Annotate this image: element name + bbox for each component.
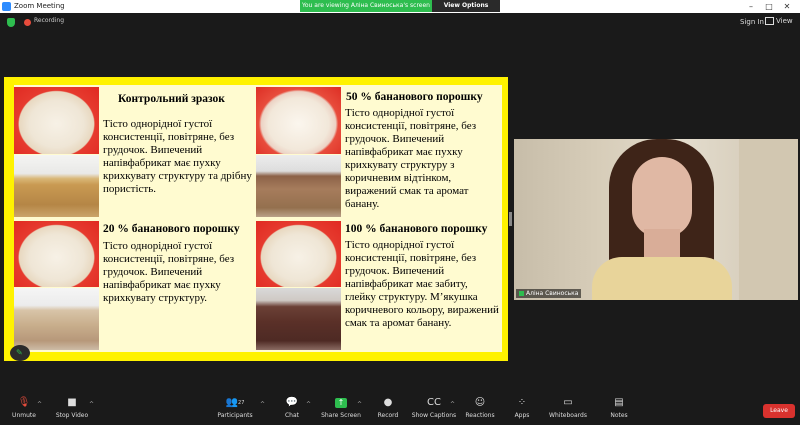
participant-video[interactable]: Аліна Свиноська — [514, 139, 798, 300]
annotate-pencil-button[interactable]: ✎ — [10, 345, 30, 361]
bread-photo-100 — [256, 288, 341, 350]
minimize-button[interactable]: – — [744, 0, 758, 13]
whiteboards-label: Whiteboards — [549, 412, 587, 419]
participant-neck — [644, 229, 680, 259]
zoom-app-icon — [2, 2, 11, 11]
viewing-screen-label: You are viewing Аліна Свиноська's screen — [300, 0, 432, 12]
split-divider-handle[interactable] — [509, 212, 512, 226]
security-shield-icon[interactable] — [7, 18, 15, 27]
apps-label: Apps — [514, 412, 530, 419]
video-options-caret[interactable]: ^ — [89, 401, 94, 408]
participants-label: Participants — [217, 412, 253, 419]
unmute-label: Unmute — [12, 412, 36, 419]
background-wall — [739, 139, 798, 300]
block-text-100: Тісто однорідної густої консистенції, по… — [345, 239, 499, 329]
sign-in-link[interactable]: Sign In — [740, 18, 764, 26]
grid-view-icon — [765, 17, 774, 25]
leave-button[interactable]: Leave — [763, 404, 795, 418]
participant-name: Аліна Свиноська — [526, 290, 579, 297]
audio-level-icon — [519, 291, 524, 296]
participants-icon: 👥27 — [225, 397, 245, 408]
participants-count: 27 — [238, 400, 245, 406]
reactions-label: Reactions — [465, 412, 495, 419]
recording-label: Recording — [34, 17, 65, 24]
presentation-slide: Контрольний зразок Тісто однорідної густ… — [14, 85, 502, 352]
block-title-control: Контрольний зразок — [118, 93, 225, 105]
participants-button[interactable]: 👥27 Participants — [205, 397, 265, 420]
notes-icon: ▤ — [614, 397, 624, 408]
block-title-100: 100 % бананового порошку — [345, 223, 488, 235]
view-button[interactable]: View — [765, 17, 793, 25]
block-text-20: Тісто однорідної густої консистенції, по… — [103, 240, 235, 304]
close-button[interactable]: ✕ — [780, 0, 794, 13]
view-label: View — [776, 17, 793, 25]
meeting-toolbar: 🎙 Unmute ^ ■ Stop Video ^ 👥27 Participants … — [0, 395, 800, 425]
dough-photo-20 — [14, 221, 99, 287]
dough-photo-50 — [256, 87, 341, 154]
view-options-button[interactable]: View Options — [432, 0, 500, 12]
viewing-banner: You are viewing Аліна Свиноська's screen… — [300, 0, 500, 12]
block-text-control: Тісто однорідної густої консистенції, по… — [103, 118, 252, 195]
share-screen-label: Share Screen — [321, 412, 361, 419]
recording-dot-icon — [24, 19, 31, 26]
participant-shirt — [592, 257, 732, 300]
block-title-20: 20 % бананового порошку — [103, 223, 240, 235]
record-label: Record — [377, 412, 399, 419]
block-text-50: Тісто однорідної густої консистенції, по… — [345, 107, 477, 210]
window-title: Zoom Meeting — [14, 2, 65, 10]
maximize-button[interactable]: □ — [762, 0, 776, 13]
bread-photo-20 — [14, 288, 99, 350]
chat-label: Chat — [284, 412, 300, 419]
dough-photo-100 — [256, 221, 341, 287]
notes-label: Notes — [610, 412, 628, 419]
bread-photo-control — [14, 155, 99, 217]
bread-photo-50 — [256, 155, 341, 217]
participant-name-tag: Аліна Свиноська — [516, 289, 582, 298]
stop-video-label: Stop Video — [55, 412, 89, 419]
notes-button[interactable]: ▤ Notes — [589, 397, 649, 420]
share-screen-icon: ↑ — [335, 398, 347, 408]
block-title-50: 50 % бананового порошку — [346, 91, 483, 103]
pencil-icon: ✎ — [16, 348, 23, 357]
meeting-topbar: Recording Sign In View — [0, 13, 800, 33]
shared-screen: Контрольний зразок Тісто однорідної густ… — [4, 77, 508, 361]
dough-photo-control — [14, 87, 99, 154]
participant-face — [632, 157, 692, 237]
